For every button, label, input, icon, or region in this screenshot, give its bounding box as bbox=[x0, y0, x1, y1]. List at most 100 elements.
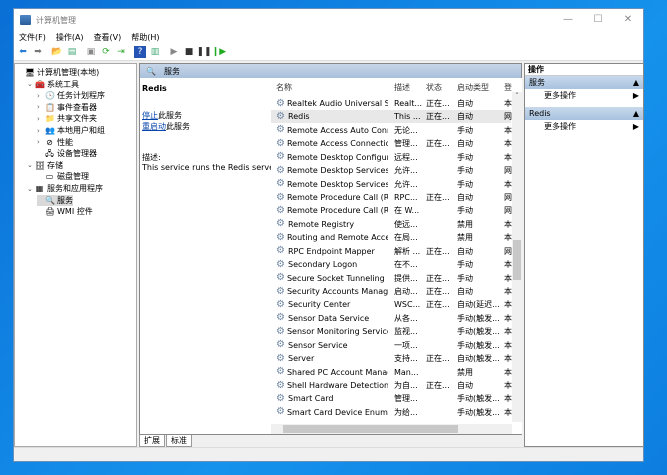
service-row[interactable]: ⚙ Remote Access Connectio... 管理... 正在... … bbox=[271, 137, 512, 150]
expander-icon[interactable]: ⌄ bbox=[27, 80, 35, 88]
service-row[interactable]: ⚙ Smart Card 管理... 手动(触发... 本 bbox=[271, 392, 512, 405]
action-group-redis[interactable]: Redis ▲ bbox=[525, 107, 643, 120]
expander-icon[interactable]: ⌄ bbox=[27, 185, 35, 193]
restart-service-link[interactable]: 重启动 bbox=[142, 122, 166, 131]
tree-item[interactable]: › ⊘ 性能 bbox=[37, 137, 73, 148]
pause-service-icon[interactable]: ❚❚ bbox=[196, 46, 211, 58]
service-row[interactable]: ⚙ Remote Procedure Call (R... RPC... 正在..… bbox=[271, 191, 512, 204]
service-row[interactable]: ⚙ Remote Procedure Call (R... 在 W... 手动 网 bbox=[271, 204, 512, 217]
properties-icon[interactable]: ▣ bbox=[85, 46, 97, 58]
tree-item[interactable]: 🖨 WMI 控件 bbox=[37, 206, 93, 217]
service-row[interactable]: ⚙Realtek Audio Universal Se... Realt... … bbox=[271, 97, 512, 110]
service-startup-type: 手动(触发... bbox=[457, 394, 500, 404]
action-group-services[interactable]: 服务 ▲ bbox=[525, 76, 643, 89]
service-row[interactable]: ⚙ Secure Socket Tunneling P... 提供... 正在..… bbox=[271, 272, 512, 285]
service-row[interactable]: ⚙ Sensor Service 一项... 手动(触发... 本 bbox=[271, 339, 512, 352]
restart-service-icon[interactable]: ❙▶ bbox=[212, 46, 226, 58]
column-description[interactable]: 描述 bbox=[394, 82, 424, 93]
service-name: ⚙Smart Card Device Enumer... bbox=[276, 406, 388, 419]
tab-extended[interactable]: 扩展 bbox=[139, 435, 165, 447]
tree-item[interactable]: ▭ 磁盘管理 bbox=[37, 171, 89, 182]
service-row[interactable]: ⚙ Sensor Monitoring Service 监视... 手动(触发..… bbox=[271, 325, 512, 338]
export-list-icon[interactable]: ⇥ bbox=[115, 46, 127, 58]
service-row[interactable]: ⚙ Security Accounts Manager 启动... 正在... 自… bbox=[271, 285, 512, 298]
tree-item-label: 共享文件夹 bbox=[57, 114, 97, 124]
tree-item[interactable]: ⌄ 🗄 存储 bbox=[27, 160, 63, 171]
service-row[interactable]: ⚙ Secondary Logon 在不... 手动 本 bbox=[271, 258, 512, 271]
tree-item[interactable]: ⌄ ▦ 服务和应用程序 bbox=[27, 183, 103, 194]
up-folder-icon[interactable]: 📂 bbox=[51, 46, 63, 58]
expander-icon[interactable]: › bbox=[37, 127, 45, 135]
action-more-actions[interactable]: 更多操作 ▶ bbox=[525, 89, 643, 103]
service-startup-type: 自动 bbox=[457, 287, 473, 297]
close-button[interactable]: ✕ bbox=[613, 9, 643, 31]
service-startup-type: 禁用 bbox=[457, 367, 473, 377]
service-row[interactable]: ⚙Shared PC Account Manager Man... 禁用 本 bbox=[271, 366, 512, 379]
tree-item[interactable]: 🖥 计算机管理(本地) bbox=[17, 67, 99, 78]
tree-item[interactable]: 🖧 设备管理器 bbox=[37, 148, 97, 159]
service-row[interactable]: ⚙ Server 支持... 正在... 自动(触发... 本 bbox=[271, 352, 512, 365]
description-label: 描述: bbox=[142, 153, 161, 162]
service-row[interactable]: ⚙ Remote Registry 使远... 禁用 本 bbox=[271, 218, 512, 231]
column-status[interactable]: 状态 bbox=[426, 82, 455, 93]
service-row[interactable]: ⚙ Remote Desktop Services 允许... 手动 网 bbox=[271, 164, 512, 177]
stop-service-link[interactable]: 停止 bbox=[142, 111, 158, 120]
vertical-scroll-thumb[interactable] bbox=[513, 240, 521, 280]
service-row[interactable]: ⚙ Remote Desktop Configur... 远程... 手动 本 bbox=[271, 151, 512, 164]
expander-icon[interactable]: › bbox=[37, 115, 45, 123]
back-icon[interactable]: ⬅ bbox=[17, 46, 29, 58]
menu-view[interactable]: 查看(V) bbox=[89, 31, 127, 44]
menu-action[interactable]: 操作(A) bbox=[51, 31, 89, 44]
horizontal-scroll-thumb[interactable] bbox=[283, 425, 458, 433]
show-action-pane-icon[interactable]: ▥ bbox=[149, 46, 161, 58]
service-status: 正在... bbox=[426, 112, 450, 122]
services-list: 名称 描述 状态 启动类型 登 ⚙ Realtek Audio Universal… bbox=[271, 78, 522, 434]
start-service-icon[interactable]: ▶ bbox=[168, 46, 180, 58]
tree-item[interactable]: › 👥 本地用户和组 bbox=[37, 125, 105, 136]
service-name-text: Remote Procedure Call (R... bbox=[286, 193, 388, 202]
service-row[interactable]: ⚙ Redis This ... 正在... 自动 网 bbox=[271, 110, 512, 124]
service-row[interactable]: ⚙Remote Access Auto Conn... 无论... 手动 本 bbox=[271, 124, 512, 137]
column-logon[interactable]: 登 bbox=[504, 82, 512, 93]
service-name: ⚙ Secondary Logon bbox=[276, 258, 388, 271]
vertical-scrollbar[interactable]: ˄ bbox=[512, 92, 522, 422]
service-row[interactable]: ⚙ Sensor Data Service 从各... 手动(触发... 本 bbox=[271, 312, 512, 325]
collapse-icon[interactable]: ▲ bbox=[633, 76, 639, 89]
expander-icon[interactable]: › bbox=[37, 103, 45, 111]
gear-icon: ⚙ bbox=[276, 191, 285, 203]
expander-icon[interactable]: › bbox=[37, 138, 45, 146]
menu-file[interactable]: 文件(F) bbox=[14, 31, 51, 44]
column-name[interactable]: 名称 bbox=[276, 82, 388, 93]
service-logon: 本 bbox=[504, 407, 512, 417]
show-hide-tree-icon[interactable]: ▤ bbox=[66, 46, 78, 58]
action-more-actions[interactable]: 更多操作 ▶ bbox=[525, 120, 643, 134]
tree-item[interactable]: › 🕓 任务计划程序 bbox=[37, 90, 105, 101]
forward-icon[interactable]: ➡ bbox=[32, 46, 44, 58]
service-startup-type: 手动 bbox=[457, 206, 473, 216]
stop-service-icon[interactable]: ■ bbox=[183, 46, 195, 58]
tree-item-label: 性能 bbox=[57, 137, 73, 147]
collapse-icon[interactable]: ▲ bbox=[633, 107, 639, 120]
refresh-icon[interactable]: ⟳ bbox=[100, 46, 112, 58]
tree-item-label: 设备管理器 bbox=[57, 149, 97, 159]
tab-standard[interactable]: 标准 bbox=[166, 435, 192, 447]
service-row[interactable]: ⚙ Shell Hardware Detection 为自... 正在... 自动… bbox=[271, 379, 512, 392]
column-startup-type[interactable]: 启动类型 bbox=[457, 82, 502, 93]
tree-item[interactable]: ⌄ 🧰 系统工具 bbox=[27, 79, 79, 90]
service-row[interactable]: ⚙Smart Card Device Enumer... 为给... 手动(触发… bbox=[271, 406, 512, 419]
expander-icon[interactable]: ⌄ bbox=[27, 161, 35, 169]
service-row[interactable]: ⚙ Security Center WSC... 正在... 自动(延迟... 本 bbox=[271, 298, 512, 311]
minimize-button[interactable]: — bbox=[553, 9, 583, 31]
maximize-button[interactable]: ☐ bbox=[583, 9, 613, 31]
menu-help[interactable]: 帮助(H) bbox=[126, 31, 164, 44]
tree-item[interactable]: › 📁 共享文件夹 bbox=[37, 113, 97, 124]
tree-item[interactable]: › 📋 事件查看器 bbox=[37, 102, 97, 113]
help-icon[interactable]: ? bbox=[134, 46, 146, 58]
horizontal-scrollbar[interactable] bbox=[271, 424, 512, 434]
service-row[interactable]: ⚙ RPC Endpoint Mapper 解析 ... 正在... 自动 网 bbox=[271, 245, 512, 258]
service-description: 远程... bbox=[394, 152, 418, 162]
tree-item[interactable]: 🔍 服务 bbox=[37, 194, 73, 206]
service-row[interactable]: ⚙ Routing and Remote Access 在局... 禁用 本 bbox=[271, 231, 512, 244]
expander-icon[interactable]: › bbox=[37, 92, 45, 100]
service-row[interactable]: ⚙Remote Desktop Services ... 允许... 手动 本 bbox=[271, 178, 512, 191]
